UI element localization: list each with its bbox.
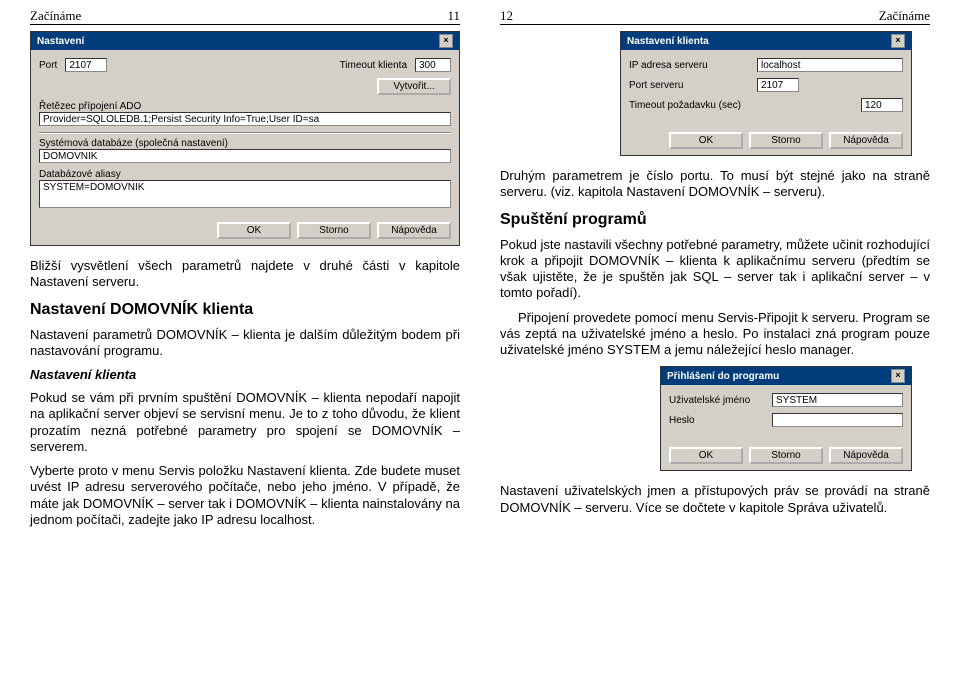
body-text: Nastavení parametrů DOMOVNÍK – klienta j… — [30, 327, 460, 360]
vytvorit-button[interactable]: Vytvořit... — [377, 78, 451, 95]
header-title: Začínáme — [30, 8, 81, 24]
body-text: Připojení provedete pomocí menu Servis-P… — [500, 310, 930, 359]
header-page-number: 11 — [447, 8, 460, 24]
port-input[interactable]: 2107 — [757, 78, 799, 92]
pass-input[interactable] — [772, 413, 903, 427]
body-text: Vyberte proto v menu Servis položku Nast… — [30, 463, 460, 528]
dialog-nastaveni: Nastavení × Port 2107 Timeout klienta 30… — [30, 31, 460, 246]
body-text: Nastavení uživatelských jmen a přístupov… — [500, 483, 930, 516]
close-icon[interactable]: × — [439, 34, 453, 48]
subheading: Nastavení klienta — [30, 367, 460, 382]
storno-button[interactable]: Storno — [297, 222, 371, 239]
ip-label: IP adresa serveru — [629, 60, 749, 71]
napoveda-button[interactable]: Nápověda — [377, 222, 451, 239]
storno-button[interactable]: Storno — [749, 132, 823, 149]
ip-input[interactable]: localhost — [757, 58, 903, 72]
dialog-title-bar: Nastavení × — [31, 32, 459, 50]
close-icon[interactable]: × — [891, 34, 905, 48]
dialog-title: Nastavení klienta — [627, 36, 709, 47]
storno-button[interactable]: Storno — [749, 447, 823, 464]
ok-button[interactable]: OK — [217, 222, 291, 239]
napoveda-button[interactable]: Nápověda — [829, 447, 903, 464]
right-page: 12 Začínáme Nastavení klienta × IP adres… — [500, 8, 930, 536]
dialog-title: Nastavení — [37, 36, 84, 47]
header-title: Začínáme — [879, 8, 930, 24]
ado-input[interactable]: Provider=SQLOLEDB.1;Persist Security Inf… — [39, 112, 451, 126]
ado-label: Řetězec přípojení ADO — [39, 101, 451, 112]
body-text: Pokud se vám při prvním spuštění DOMOVNÍ… — [30, 390, 460, 455]
header-page-number: 12 — [500, 8, 513, 24]
dialog-title-bar: Přihlášení do programu × — [661, 367, 911, 385]
dialog-title-bar: Nastavení klienta × — [621, 32, 911, 50]
page-header-right: 12 Začínáme — [500, 8, 930, 25]
ok-button[interactable]: OK — [669, 447, 743, 464]
timeout-label: Timeout klienta — [340, 60, 407, 71]
section-heading: Spuštění programů — [500, 211, 930, 229]
timeout-input[interactable]: 300 — [415, 58, 451, 72]
port-input[interactable]: 2107 — [65, 58, 107, 72]
aliasy-input[interactable]: SYSTEM=DOMOVNIK — [39, 180, 451, 208]
dialog-title: Přihlášení do programu — [667, 371, 779, 382]
dialog-nastaveni-klienta: Nastavení klienta × IP adresa serveru lo… — [620, 31, 912, 156]
close-icon[interactable]: × — [891, 369, 905, 383]
dialog-prihlaseni: Přihlášení do programu × Uživatelské jmé… — [660, 366, 912, 471]
port-label: Port serveru — [629, 80, 749, 91]
sysdb-input[interactable]: DOMOVNIK — [39, 149, 451, 163]
timeout-input[interactable]: 120 — [861, 98, 903, 112]
body-text: Druhým parametrem je číslo portu. To mus… — [500, 168, 930, 201]
page-header-left: Začínáme 11 — [30, 8, 460, 25]
user-label: Uživatelské jméno — [669, 395, 764, 406]
body-text: Pokud jste nastavili všechny potřebné pa… — [500, 237, 930, 302]
port-label: Port — [39, 60, 57, 71]
timeout-label: Timeout požadavku (sec) — [629, 100, 749, 111]
napoveda-button[interactable]: Nápověda — [829, 132, 903, 149]
aliasy-label: Databázové aliasy — [39, 169, 451, 180]
body-text: Bližší vysvětlení všech parametrů najdet… — [30, 258, 460, 291]
sysdb-label: Systémová databáze (společná nastavení) — [39, 138, 451, 149]
section-heading: Nastavení DOMOVNÍK klienta — [30, 301, 460, 319]
pass-label: Heslo — [669, 415, 764, 426]
user-input[interactable]: SYSTEM — [772, 393, 903, 407]
left-page: Začínáme 11 Nastavení × Port 2107 Timeou… — [30, 8, 460, 536]
ok-button[interactable]: OK — [669, 132, 743, 149]
